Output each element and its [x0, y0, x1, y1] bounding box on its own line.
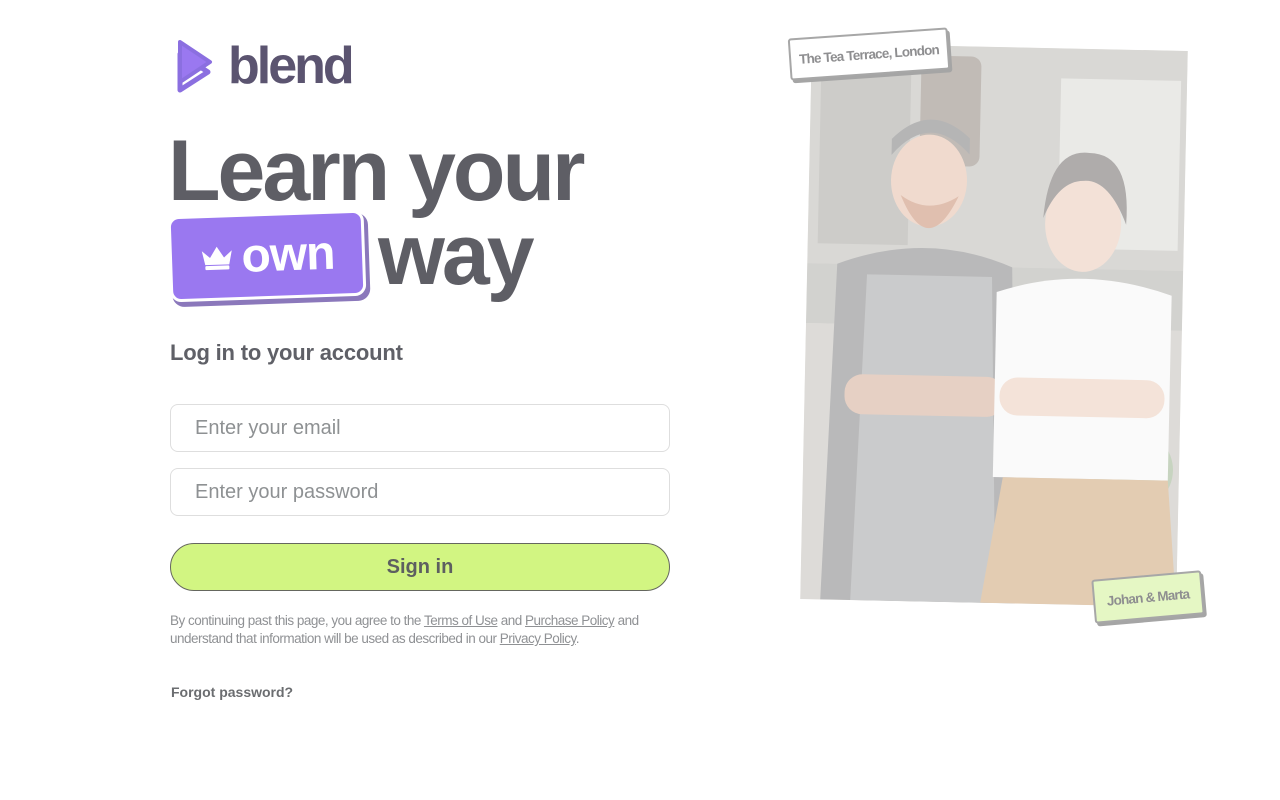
headline: Learn your own way	[168, 123, 585, 300]
headline-line1: Learn your	[168, 123, 585, 219]
brand-logo[interactable]: blend	[174, 37, 355, 95]
crown-icon	[201, 246, 232, 271]
email-input[interactable]	[170, 404, 670, 452]
headline-way: way	[378, 207, 535, 303]
names-tag: Johan & Marta	[1091, 570, 1205, 624]
password-input[interactable]	[170, 468, 670, 516]
legal-suffix: .	[575, 631, 580, 646]
privacy-policy-link[interactable]: Privacy Policy	[500, 631, 577, 646]
legal-and: and	[497, 613, 526, 628]
hero-photo	[800, 43, 1188, 607]
sign-in-button[interactable]: Sign in	[170, 543, 670, 591]
legal-prefix: By continuing past this page, you agree …	[170, 613, 424, 628]
blend-play-icon	[177, 40, 212, 93]
own-badge: own	[170, 212, 364, 300]
hero-photo-illustration	[800, 43, 1188, 607]
headline-line2: own way	[168, 207, 568, 312]
own-badge-text: own	[240, 226, 336, 283]
purchase-policy-link[interactable]: Purchase Policy	[525, 613, 615, 628]
terms-of-use-link[interactable]: Terms of Use	[424, 613, 498, 628]
legal-notice: By continuing past this page, you agree …	[170, 612, 650, 648]
forgot-password-link[interactable]: Forgot password?	[171, 684, 293, 700]
brand-name: blend	[228, 37, 355, 95]
login-heading: Log in to your account	[170, 340, 403, 365]
